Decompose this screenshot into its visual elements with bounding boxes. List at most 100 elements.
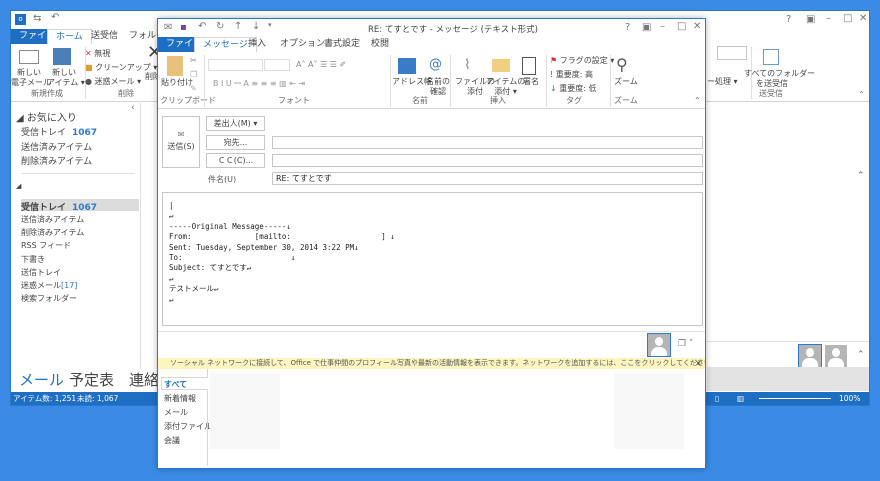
- ignore-icon: ✕: [85, 49, 92, 58]
- customize-qat-icon[interactable]: ▾: [268, 21, 272, 29]
- rules-button[interactable]: ー処理 ▾: [707, 77, 738, 87]
- tab-format[interactable]: 書式設定: [316, 37, 368, 52]
- people-pane-main: ⌃: [707, 341, 869, 368]
- favorites-header[interactable]: ◢ お気に入り: [16, 109, 77, 124]
- new-email-button[interactable]: 新しい 電子メール: [11, 68, 51, 88]
- junk-button[interactable]: ● 迷惑メール ▾: [85, 77, 141, 87]
- close-icon[interactable]: ✕: [693, 21, 701, 32]
- copy-icon[interactable]: ❐: [190, 70, 197, 80]
- send-receive-all-button[interactable]: すべてのフォルダー を送受信: [744, 69, 815, 89]
- account-expander-icon[interactable]: ◢: [16, 182, 21, 190]
- collapse-pane-icon[interactable]: ‹: [131, 103, 135, 113]
- group-tags-label: タグ: [566, 96, 582, 105]
- people-pane-toggle-icon[interactable]: ❐ ˅: [678, 339, 693, 349]
- to-field[interactable]: [272, 136, 703, 149]
- close-infobar-icon[interactable]: ✕: [695, 358, 702, 369]
- redo-icon[interactable]: ↻: [216, 21, 224, 32]
- group-names-label: 名前: [412, 96, 428, 105]
- previous-item-icon[interactable]: ↑: [234, 21, 242, 32]
- maximize-icon[interactable]: □: [677, 21, 686, 32]
- cut-icon[interactable]: ✂: [190, 56, 197, 66]
- cc-field[interactable]: [272, 154, 703, 167]
- font-format-icons[interactable]: B I U ꟷ A ≡ ≡ ≡ ▥ ⇤ ⇥: [213, 79, 305, 89]
- zoom-button[interactable]: ズーム: [614, 77, 638, 87]
- new-item-button[interactable]: 新しい アイテム ▾: [47, 68, 85, 88]
- ribbon-display-icon[interactable]: ▣: [806, 14, 815, 25]
- help-icon[interactable]: ?: [625, 22, 630, 33]
- send-receive-qat-icon[interactable]: ⇆: [33, 13, 41, 24]
- folder-pane: ‹ ◢ お気に入り 受信トレイ 1067 送信済みアイテム 削除済みアイテム ◢ …: [11, 103, 141, 369]
- paste-button[interactable]: 貼り付け: [161, 78, 193, 88]
- folder-drafts[interactable]: 下書き: [21, 254, 45, 265]
- avatar[interactable]: [647, 333, 671, 357]
- folder-deleted[interactable]: 削除済みアイテム: [21, 227, 84, 238]
- check-names-button[interactable]: 名前の 確認: [426, 77, 450, 97]
- ignore-button[interactable]: ✕ 無視: [85, 49, 110, 59]
- cleanup-icon: ■: [85, 63, 93, 72]
- tab-send-receive[interactable]: 送受信: [83, 29, 126, 44]
- folder-junk[interactable]: 迷惑メール[17]: [21, 280, 77, 291]
- nav-mail[interactable]: メール: [19, 369, 64, 390]
- undo-icon[interactable]: ↶: [51, 12, 59, 23]
- people-tab-attachments[interactable]: 添付ファイル: [164, 421, 212, 432]
- ribbon-display-icon[interactable]: ▣: [642, 22, 651, 33]
- minimize-icon[interactable]: –: [826, 13, 831, 24]
- zoom-level[interactable]: 100%: [839, 392, 860, 405]
- folder-rss[interactable]: RSS フィード: [21, 240, 71, 251]
- expand-icon[interactable]: ⌃: [857, 171, 865, 181]
- people-tab-mail[interactable]: メール: [164, 407, 188, 418]
- folder-sent[interactable]: 送信済みアイテム: [21, 214, 84, 225]
- nav-calendar[interactable]: 予定表: [69, 369, 114, 390]
- people-tab-all[interactable]: すべて: [164, 379, 187, 390]
- from-button[interactable]: 差出人(M) ▾: [206, 116, 265, 131]
- reading-view-icon[interactable]: ▥: [737, 392, 744, 405]
- avatar[interactable]: [798, 344, 822, 368]
- collapse-people-icon[interactable]: ⌃: [857, 350, 865, 360]
- undo-icon[interactable]: ↶: [198, 21, 206, 32]
- low-importance-button[interactable]: ↓ 重要度: 低: [550, 84, 597, 94]
- collapse-ribbon-icon[interactable]: ⌃: [694, 96, 701, 106]
- people-tab-meetings[interactable]: 会議: [164, 435, 180, 446]
- save-icon[interactable]: ▪: [180, 22, 187, 33]
- favorite-deleted[interactable]: 削除済みアイテム: [21, 154, 92, 167]
- to-button[interactable]: 宛先...: [206, 135, 265, 150]
- message-body[interactable]: | ↵ -----Original Message-----↓ From: [mail…: [162, 192, 703, 326]
- minimize-icon[interactable]: –: [660, 21, 665, 32]
- tab-review[interactable]: 校閲: [363, 37, 397, 52]
- maximize-icon[interactable]: □: [843, 13, 852, 24]
- folder-inbox[interactable]: 受信トレイ 1067: [21, 200, 97, 213]
- subject-field[interactable]: RE: てすとです: [272, 172, 703, 185]
- signature-button[interactable]: 署名: [523, 77, 539, 87]
- avatar[interactable]: [825, 345, 847, 367]
- unread-count: 未読: 1,067: [77, 394, 119, 403]
- social-network-infobar[interactable]: ソーシャル ネットワークに接続して、Office で仕事仲間のプロフィール写真や…: [158, 358, 705, 369]
- favorite-inbox[interactable]: 受信トレイ 1067: [21, 125, 97, 138]
- help-icon[interactable]: ?: [786, 14, 791, 25]
- zoom-slider[interactable]: [759, 398, 831, 399]
- cursor: |: [169, 201, 174, 210]
- cc-button[interactable]: ＣＣ(C)...: [206, 153, 265, 168]
- favorite-sent[interactable]: 送信済みアイテム: [21, 140, 92, 153]
- high-importance-button[interactable]: ! 重要度: 高: [550, 70, 593, 80]
- grow-font-icon[interactable]: A˄ A˅ ☰ ☰ ✐: [296, 60, 346, 70]
- format-painter-icon[interactable]: ✎: [190, 84, 197, 94]
- font-name-select[interactable]: [208, 59, 263, 71]
- attach-item-icon: [492, 59, 510, 72]
- tab-insert[interactable]: 挿入: [240, 37, 274, 52]
- collapse-ribbon-icon[interactable]: ⌃: [858, 90, 865, 100]
- attach-item-button[interactable]: アイテムの 添付 ▾: [486, 77, 525, 97]
- flag-button[interactable]: ⚑ フラグの設定 ▾: [550, 56, 614, 66]
- group-clipboard-label: クリップボード: [160, 96, 216, 105]
- search-people-input[interactable]: [717, 46, 747, 60]
- folder-search[interactable]: 検索フォルダー: [21, 293, 77, 304]
- folder-outbox[interactable]: 送信トレイ: [21, 267, 61, 278]
- nav-contacts[interactable]: 連絡: [129, 369, 159, 390]
- check-names-icon: @: [429, 57, 442, 72]
- zoom-icon: ⚲: [616, 55, 628, 74]
- people-tab-whats-new[interactable]: 新着情報: [164, 393, 196, 404]
- font-size-select[interactable]: [264, 59, 290, 71]
- send-button[interactable]: ✉ 送信(S): [162, 116, 200, 168]
- close-icon[interactable]: ✕: [859, 13, 867, 24]
- next-item-icon[interactable]: ↓: [252, 21, 260, 32]
- normal-view-icon[interactable]: ▯: [715, 392, 719, 405]
